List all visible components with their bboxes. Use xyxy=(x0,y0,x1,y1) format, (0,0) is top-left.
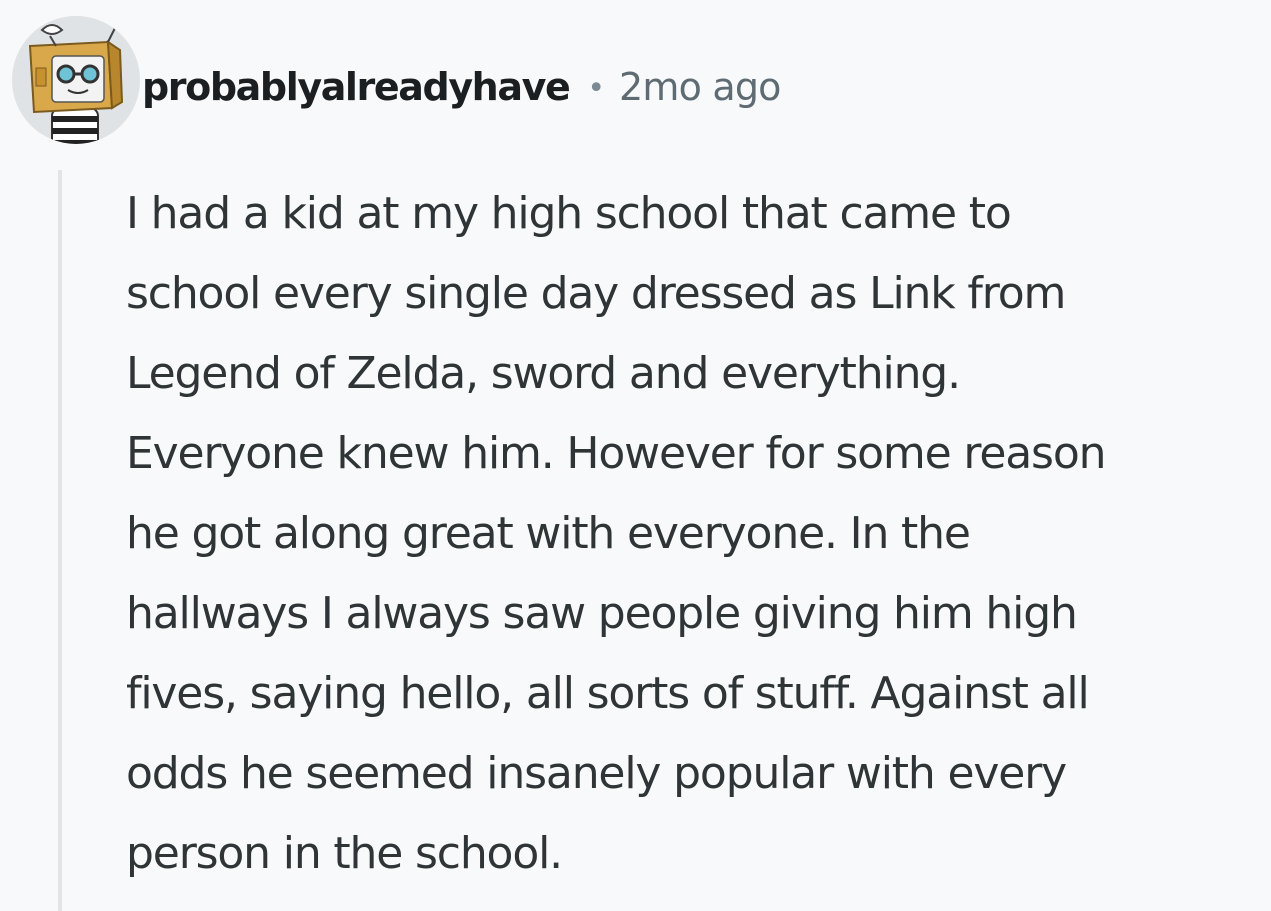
comment-body-line: person in the school. xyxy=(126,828,563,879)
user-avatar[interactable] xyxy=(12,16,140,144)
thread-line[interactable] xyxy=(58,170,62,911)
comment-body-line: school every single day dressed as Link … xyxy=(126,268,1066,319)
comment: probablyalreadyhave • 2mo ago I had a ki… xyxy=(0,0,1271,911)
meta-separator: • xyxy=(587,70,606,106)
comment-body-line: fives, saying hello, all sorts of stuff.… xyxy=(126,668,1090,719)
timestamp[interactable]: 2mo ago xyxy=(619,65,781,109)
comment-body-line: Legend of Zelda, sword and everything. xyxy=(126,348,961,399)
comment-body-line: he got along great with everyone. In the xyxy=(126,508,971,559)
box-head-avatar-icon xyxy=(12,16,140,144)
comment-body: I had a kid at my high school that came … xyxy=(126,174,1266,894)
username-link[interactable]: probablyalreadyhave xyxy=(142,65,571,109)
comment-body-line: I had a kid at my high school that came … xyxy=(126,188,1012,239)
comment-body-line: Everyone knew him. However for some reas… xyxy=(126,428,1106,479)
comment-body-line: odds he seemed insanely popular with eve… xyxy=(126,748,1067,799)
comment-header: probablyalreadyhave • 2mo ago xyxy=(142,62,781,112)
comment-body-line: hallways I always saw people giving him … xyxy=(126,588,1078,639)
